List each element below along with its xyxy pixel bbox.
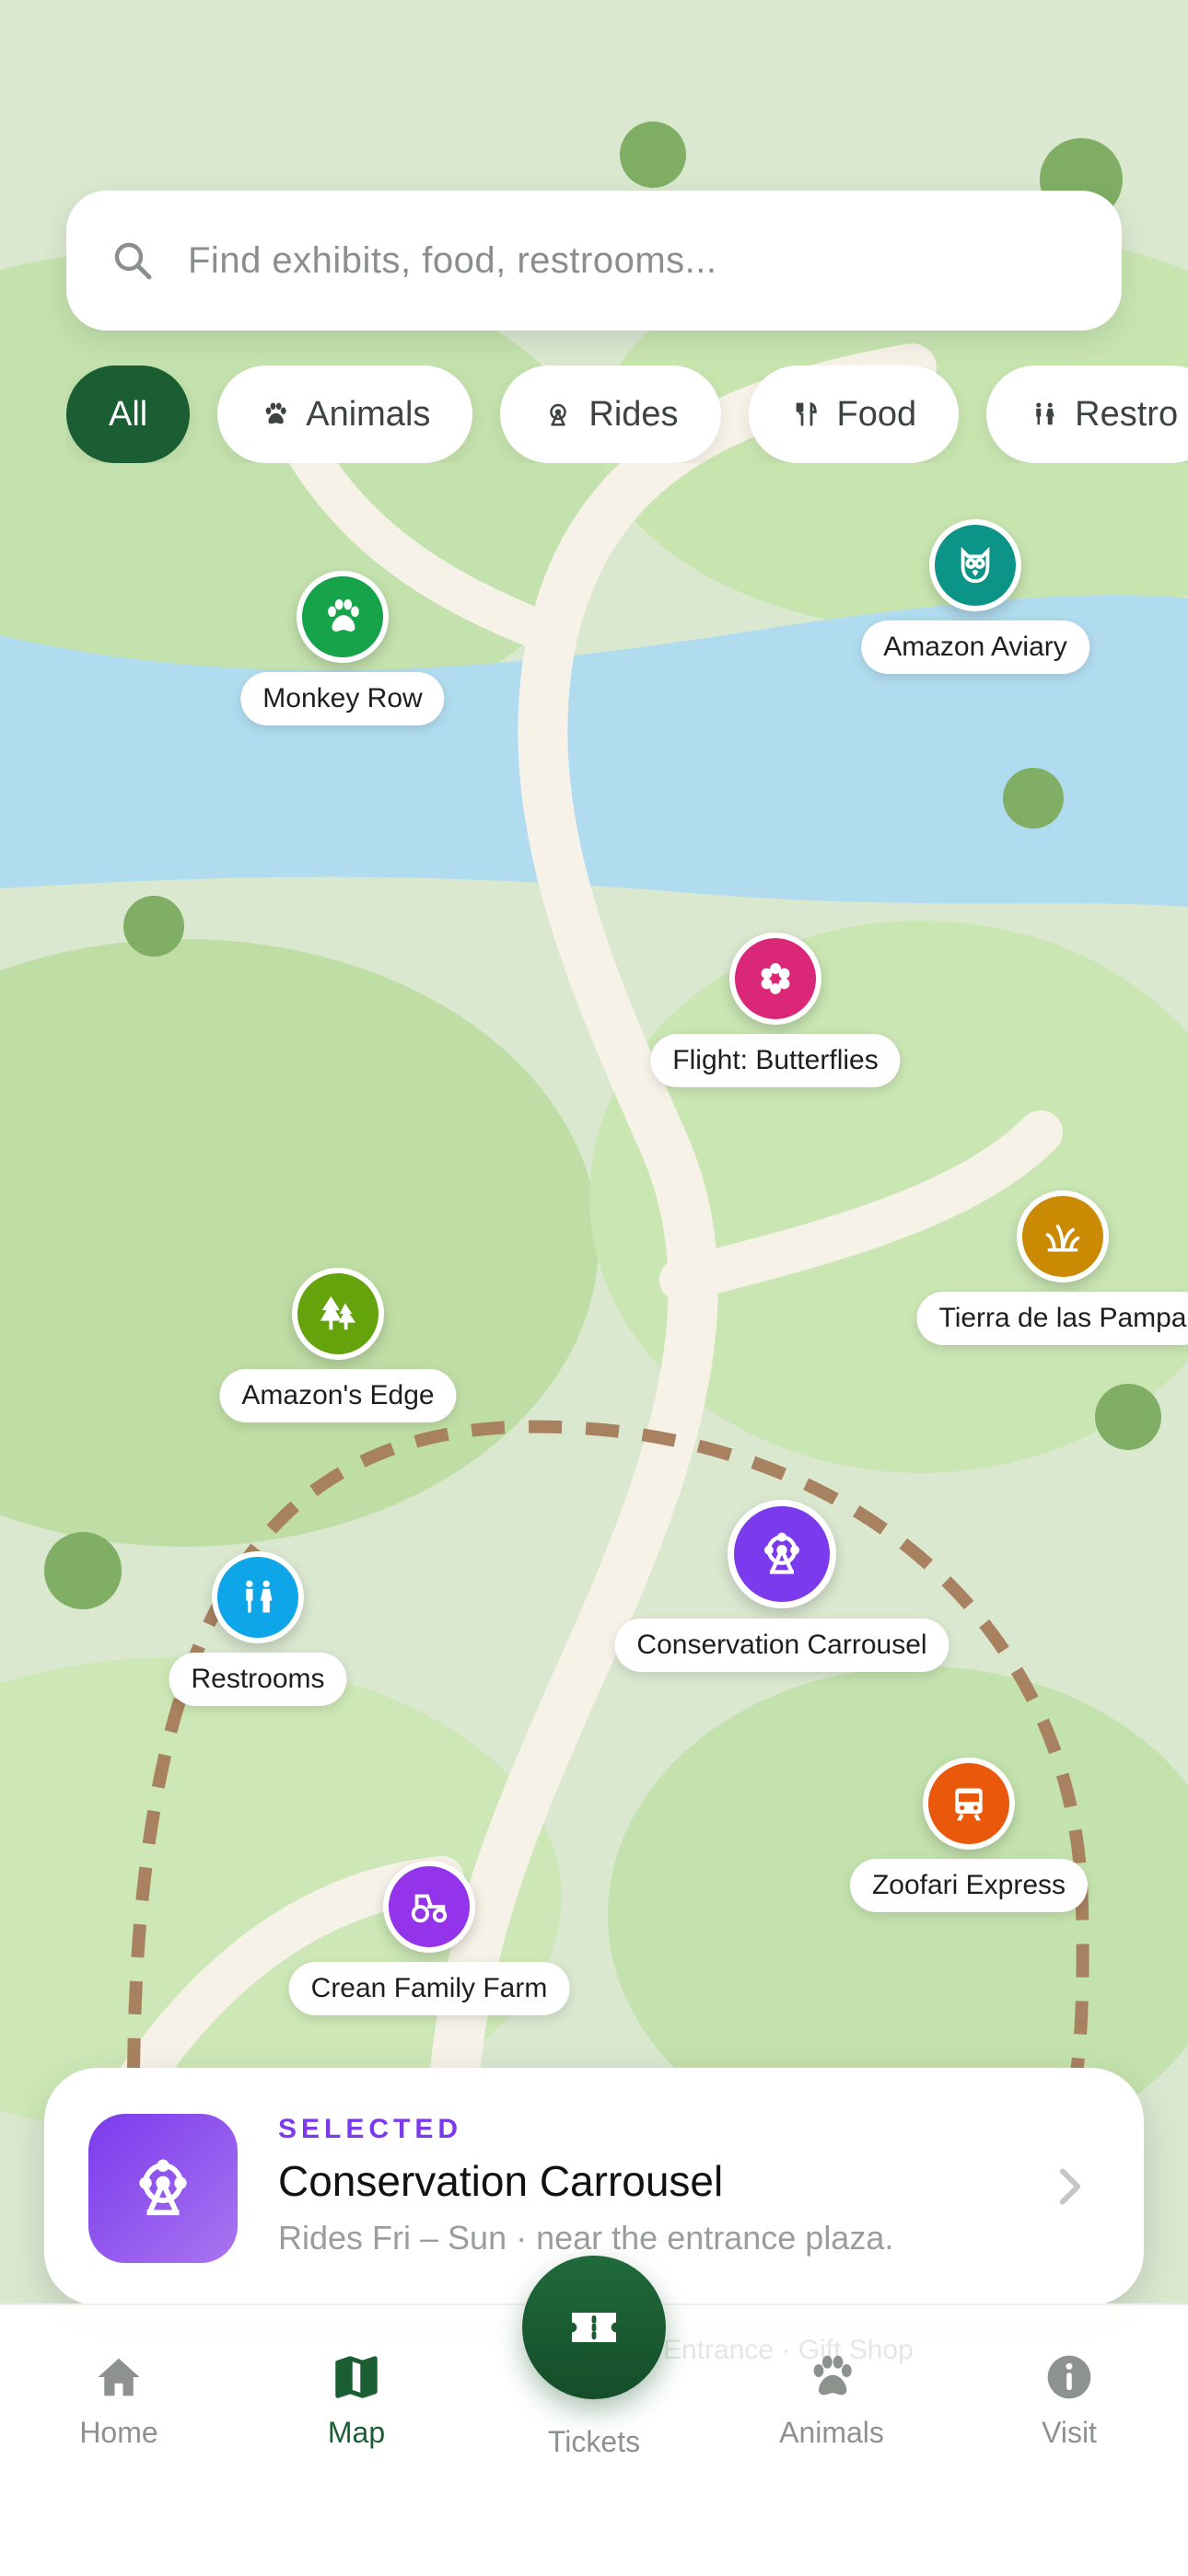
pin-label: Zoofari Express	[849, 1859, 1089, 1912]
ferris-wheel-icon	[88, 2114, 238, 2263]
pin-label: Amazon's Edge	[219, 1369, 457, 1422]
tab-label: Map	[327, 2416, 386, 2449]
trees-icon	[292, 1268, 384, 1360]
chip-label: Food	[836, 394, 917, 434]
pin-label: Restrooms	[169, 1653, 347, 1706]
tickets-button[interactable]	[522, 2256, 666, 2399]
ferris-wheel-icon	[542, 399, 574, 430]
chip-label: Animals	[306, 394, 431, 434]
tab-visit[interactable]: Visit	[986, 2351, 1152, 2450]
ticket-icon	[572, 2313, 616, 2342]
home-icon	[93, 2351, 145, 2403]
flower-icon	[729, 933, 821, 1025]
search-bar[interactable]: Find exhibits, food, restrooms...	[66, 191, 1122, 331]
search-input[interactable]: Find exhibits, food, restrooms...	[188, 240, 717, 282]
ferris-wheel-icon	[728, 1500, 836, 1608]
chevron-right-icon[interactable]	[1052, 2164, 1089, 2210]
restroom-icon	[1029, 399, 1060, 430]
filter-chip-all[interactable]: All	[66, 366, 191, 463]
paw-icon	[297, 571, 389, 663]
info-icon	[1043, 2351, 1095, 2403]
selected-title: Conservation Carrousel	[278, 2157, 724, 2205]
owl-icon	[929, 519, 1021, 611]
selected-kicker: SELECTED	[278, 2114, 463, 2144]
pin-label: Flight: Butterflies	[650, 1034, 901, 1087]
paw-icon	[806, 2351, 857, 2403]
tab-label: Tickets	[547, 2425, 641, 2458]
tab-label: Visit	[1042, 2416, 1097, 2449]
search-icon	[107, 235, 158, 286]
map-icon	[331, 2351, 382, 2403]
restroom-icon	[212, 1551, 304, 1643]
pin-label: Crean Family Farm	[288, 1962, 570, 2015]
pin-label: Amazon Aviary	[861, 621, 1089, 674]
pin-label: Conservation Carrousel	[614, 1619, 949, 1672]
chip-label: All	[109, 394, 148, 434]
tab-map[interactable]: Map	[274, 2351, 439, 2450]
pin-label: Monkey Row	[240, 672, 445, 725]
fork-knife-icon	[791, 399, 822, 430]
filter-chip-restrooms[interactable]: Restro	[986, 366, 1188, 463]
filter-chip-rides[interactable]: Rides	[500, 366, 721, 463]
filter-chip-animals[interactable]: Animals	[217, 366, 473, 463]
tab-label: Animals	[779, 2416, 884, 2449]
tractor-icon	[383, 1861, 475, 1953]
paw-icon	[260, 399, 291, 430]
selected-subtitle: Rides Fri – Sun · near the entrance plaz…	[278, 2219, 894, 2257]
train-icon	[923, 1758, 1015, 1850]
pin-label: Tierra de las Pampa	[916, 1292, 1188, 1345]
grass-icon	[1017, 1190, 1109, 1282]
chip-label: Restro	[1075, 394, 1179, 434]
tab-home[interactable]: Home	[36, 2351, 202, 2450]
filter-chips: All Animals Rides Food Restro	[66, 366, 1188, 463]
filter-chip-food[interactable]: Food	[748, 366, 960, 463]
tab-animals[interactable]: Animals	[749, 2351, 914, 2450]
chip-label: Rides	[588, 394, 679, 434]
tab-label: Home	[79, 2416, 158, 2449]
